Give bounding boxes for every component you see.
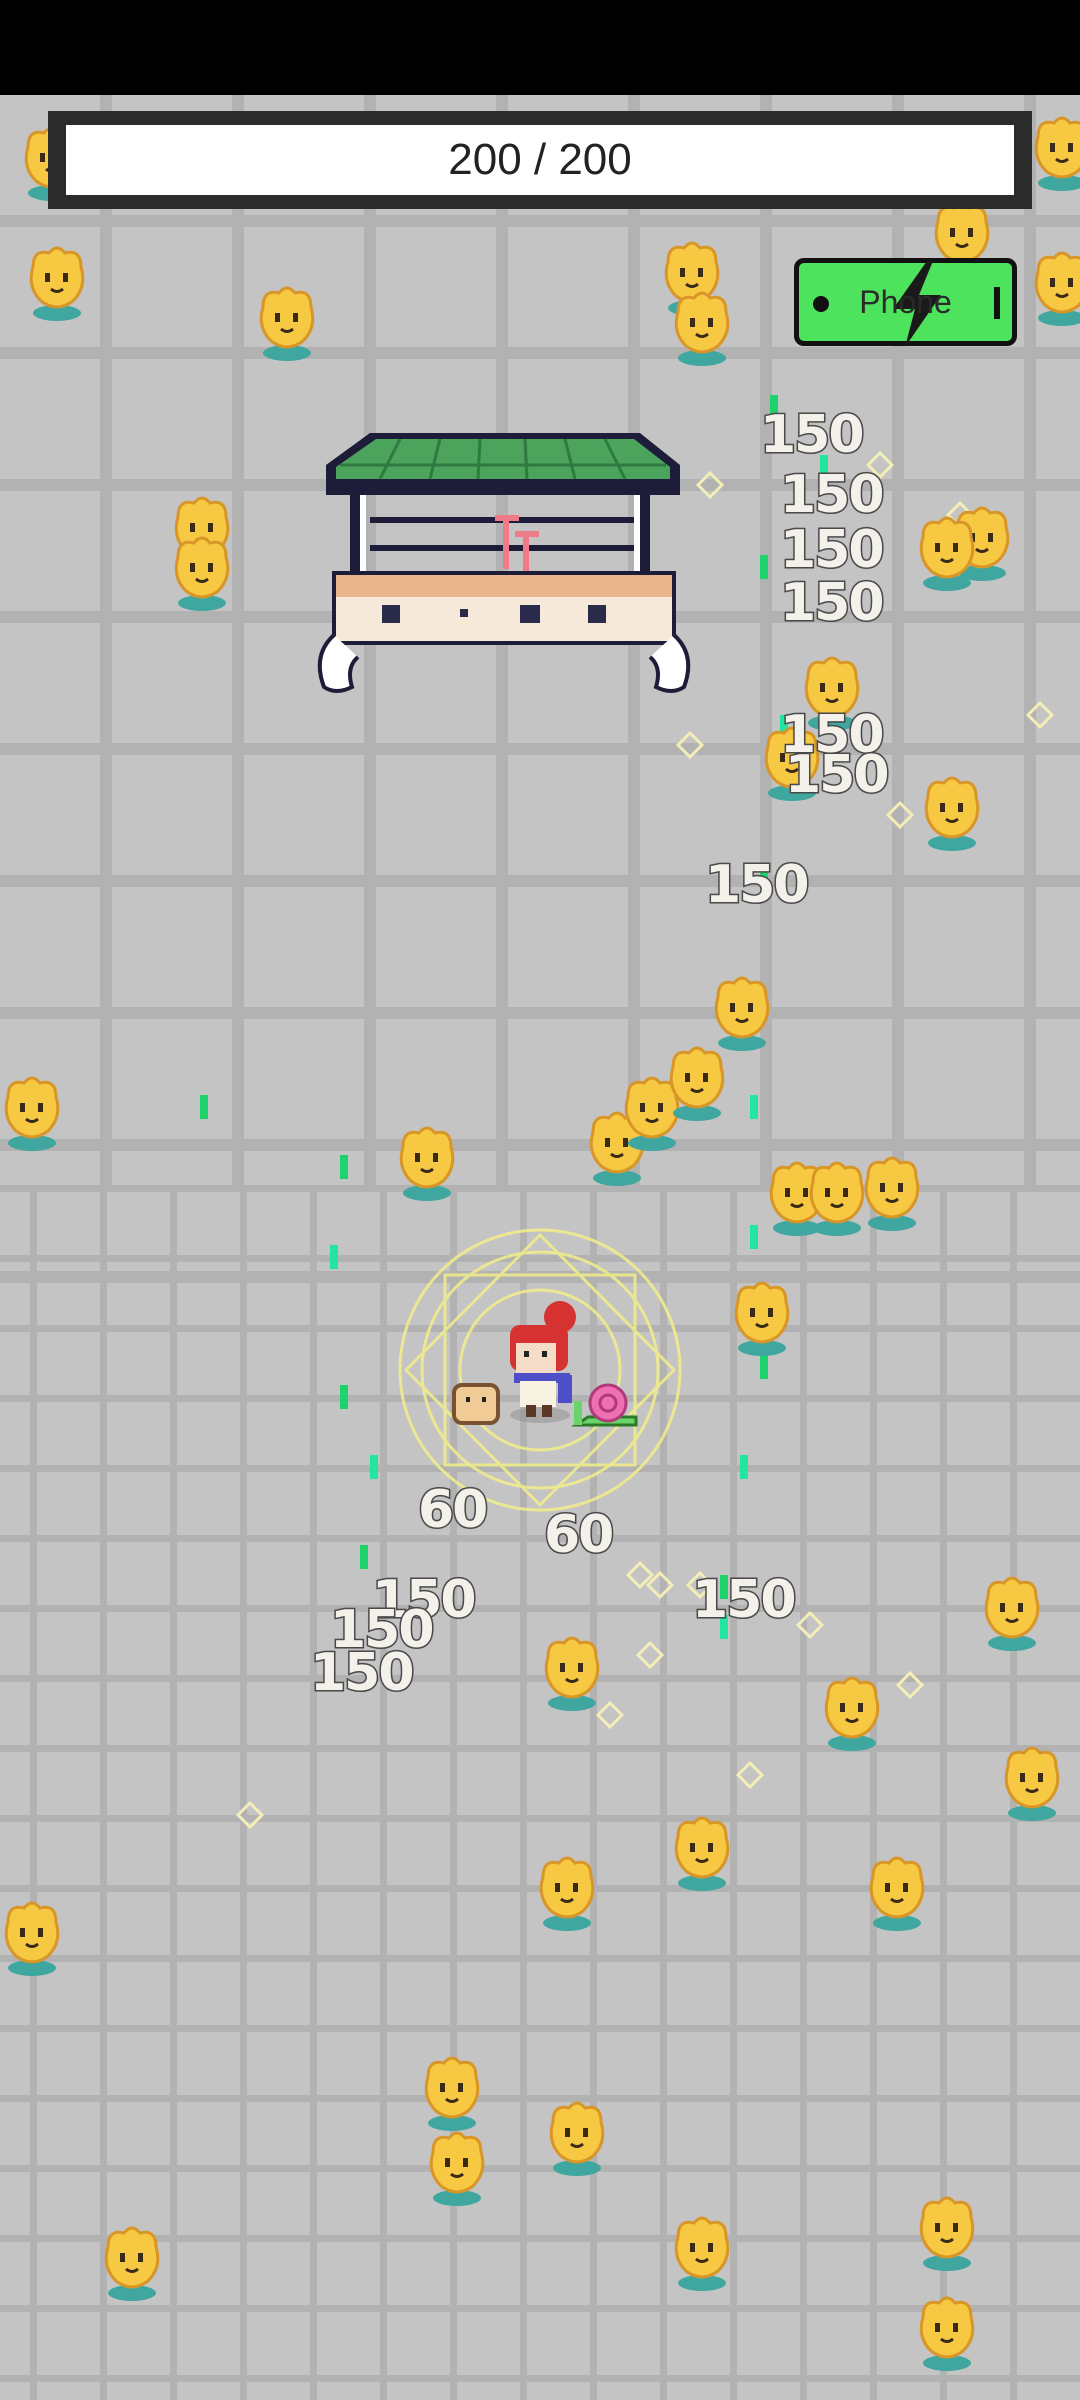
damage-number: 150	[784, 744, 892, 807]
damage-number: 150	[779, 572, 887, 635]
yellow-flower-enemy	[820, 1675, 884, 1753]
phone-bar-icon	[994, 287, 1000, 319]
phone-button-label: Phone	[859, 283, 952, 320]
yellow-flower-enemy	[920, 775, 984, 853]
snail-companion	[571, 1383, 638, 1427]
yellow-flower-enemy	[545, 2100, 609, 2178]
damage-number: 60	[542, 1504, 615, 1567]
damage-number: 150	[779, 519, 887, 582]
yellow-flower-enemy	[670, 290, 734, 368]
yellow-flower-enemy	[420, 2055, 484, 2133]
yellow-flower-enemy	[670, 2215, 734, 2293]
yellow-flower-enemy	[535, 1855, 599, 1933]
yellow-flower-enemy	[865, 1855, 929, 1933]
phone-button[interactable]: Phone	[794, 258, 1017, 347]
yellow-flower-enemy	[100, 2225, 164, 2303]
yellow-flower-enemy	[915, 2295, 979, 2373]
system-status-bar	[0, 0, 1080, 95]
damage-number: 150	[309, 1642, 417, 1705]
yellow-flower-enemy	[1000, 1745, 1064, 1823]
yellow-flower-enemy	[1030, 250, 1080, 328]
yellow-flower-enemy	[0, 1900, 64, 1978]
yellow-flower-enemy	[915, 515, 979, 593]
yellow-flower-enemy	[395, 1125, 459, 1203]
yellow-flower-enemy	[1030, 115, 1080, 193]
yellow-flower-enemy	[980, 1575, 1044, 1653]
yellow-flower-enemy	[425, 2130, 489, 2208]
yellow-flower-enemy	[730, 1280, 794, 1358]
yellow-flower-enemy	[915, 2195, 979, 2273]
damage-number: 150	[704, 854, 812, 917]
yellow-flower-enemy	[670, 1815, 734, 1893]
yellow-flower-enemy	[710, 975, 774, 1053]
yellow-flower-enemy	[0, 1075, 64, 1153]
yellow-flower-enemy	[665, 1045, 729, 1123]
damage-number: 150	[779, 464, 887, 527]
yellow-flower-enemy	[540, 1635, 604, 1713]
yellow-flower-enemy	[25, 245, 89, 323]
yellow-flower-enemy	[255, 285, 319, 363]
pavilion-building	[317, 433, 691, 693]
health-bar: 200 / 200	[48, 111, 1032, 209]
health-bar-text: 200 / 200	[66, 125, 1014, 195]
game-field[interactable]: 150 150 150 150 150 150 150 60 60 150 150 150 150 20…	[0, 95, 1080, 2400]
yellow-flower-enemy	[170, 535, 234, 613]
damage-number: 150	[759, 404, 867, 467]
toast-companion	[452, 1383, 500, 1425]
phone-dot-icon	[813, 296, 829, 312]
damage-number: 60	[416, 1479, 489, 1542]
player-character	[510, 1301, 576, 1423]
yellow-flower-enemy	[860, 1155, 924, 1233]
damage-number: 150	[691, 1569, 799, 1632]
